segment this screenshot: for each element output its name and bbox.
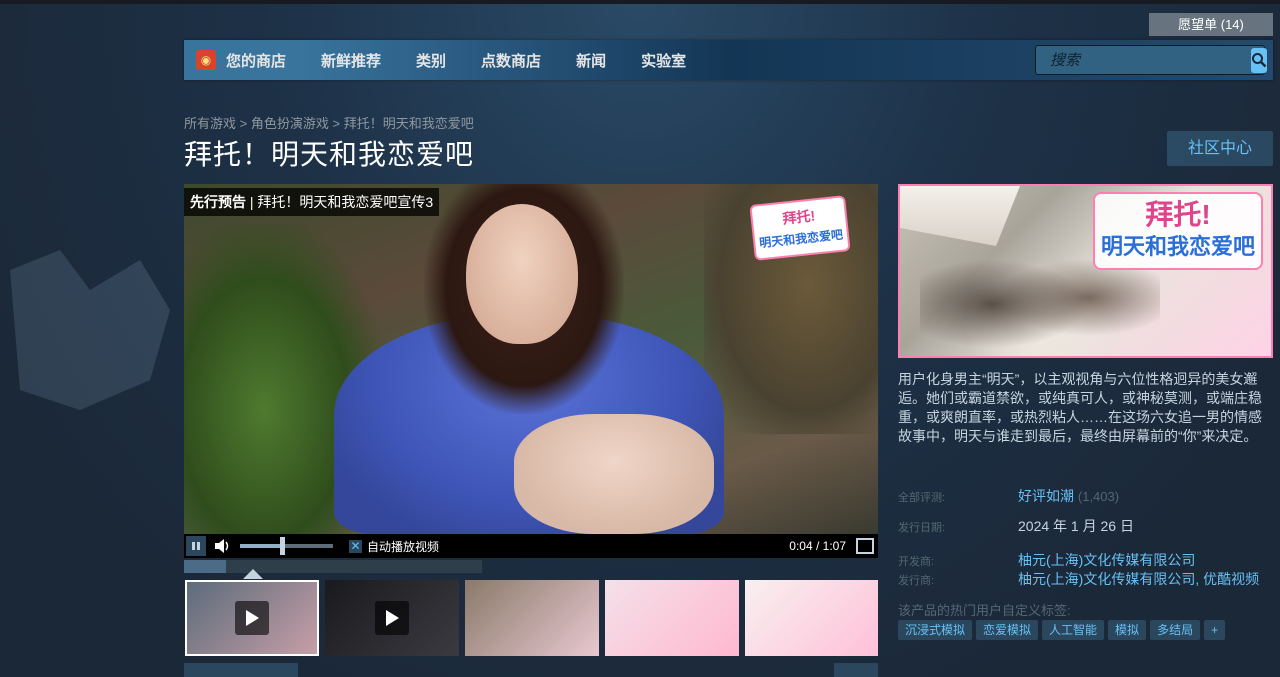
publisher-label: 发行商: <box>898 575 935 587</box>
developer-label: 开发商: <box>898 556 935 568</box>
video-frame-face <box>466 204 578 344</box>
search-icon <box>1252 53 1267 68</box>
video-frame-knees <box>514 414 714 534</box>
volume-button[interactable] <box>212 536 234 556</box>
search-input[interactable] <box>1036 46 1251 74</box>
volume-slider[interactable] <box>240 537 333 555</box>
pause-icon <box>192 542 200 550</box>
play-icon <box>235 601 269 635</box>
reviews-count: (1,403) <box>1077 489 1120 504</box>
tag-ai[interactable]: 人工智能 <box>1042 620 1105 640</box>
publisher-values: 柚元(上海)文化传媒有限公司, 优酷视频 <box>1018 569 1259 589</box>
nav-news[interactable]: 新闻 <box>576 50 606 71</box>
nav-points-shop[interactable]: 点数商店 <box>481 50 541 71</box>
release-date-value: 2024 年 1 月 26 日 <box>1018 518 1134 534</box>
breadcrumb-all-games[interactable]: 所有游戏 <box>184 116 236 131</box>
fullscreen-icon[interactable] <box>856 538 874 554</box>
autoplay-toggle[interactable]: ✕ 自动播放视频 <box>349 538 439 555</box>
background-art <box>10 250 170 410</box>
video-time: 0:04 / 1:07 <box>789 539 846 553</box>
tag-simulation[interactable]: 模拟 <box>1108 620 1147 640</box>
media-thumbnails <box>184 580 878 656</box>
game-description: 用户化身男主“明天”，以主观视角与六位性格迥异的美女邂逅。她们或霸道禁欲，或纯真… <box>898 371 1262 444</box>
thumbnail-scroll-right[interactable] <box>834 663 878 677</box>
nav-labs[interactable]: 实验室 <box>641 50 686 71</box>
breadcrumb-separator: > <box>328 116 344 131</box>
user-tags: 沉浸式模拟 恋爱模拟 人工智能 模拟 多结局 + <box>898 620 1229 640</box>
reviews-summary[interactable]: 好评如潮 (1,403) <box>1018 486 1119 506</box>
media-thumbnail[interactable] <box>465 580 599 656</box>
wishlist-button[interactable]: 愿望单 (14) <box>1149 13 1273 36</box>
video-game-logo: 拜托! 明天和我恋爱吧 <box>749 195 851 261</box>
reviews-value[interactable]: 好评如潮 <box>1018 488 1074 504</box>
store-nav-bar: ◉ 您的商店 新鲜推荐 类别 点数商店 新闻 实验室 <box>184 40 1273 80</box>
capsule-logo-main: 拜托! <box>1145 199 1211 230</box>
release-date-label: 发行日期: <box>898 522 946 534</box>
media-thumbnail[interactable] <box>185 580 319 656</box>
game-header-capsule: 拜托! 明天和我恋爱吧 <box>898 184 1273 358</box>
media-thumbnail[interactable] <box>325 580 459 656</box>
breadcrumb-separator: > <box>236 116 251 131</box>
nav-new-noteworthy[interactable]: 新鲜推荐 <box>321 50 381 71</box>
breadcrumb-rpg[interactable]: 角色扮演游戏 <box>251 116 329 131</box>
volume-slider-handle[interactable] <box>279 537 285 555</box>
developer-link[interactable]: 柚元(上海)文化传媒有限公司 <box>1018 550 1195 570</box>
nav-categories[interactable]: 类别 <box>416 50 446 71</box>
publisher-separator: , <box>1195 571 1204 587</box>
tag-dating-sim[interactable]: 恋爱模拟 <box>976 620 1039 640</box>
publisher-link-1[interactable]: 柚元(上海)文化传媒有限公司 <box>1018 571 1195 587</box>
page-title: 拜托！明天和我恋爱吧 <box>184 139 475 170</box>
media-thumbnail[interactable] <box>605 580 739 656</box>
video-controls: ✕ 自动播放视频 0:04 / 1:07 <box>184 534 878 558</box>
reviews-label: 全部评测: <box>898 492 946 504</box>
tag-immersive-sim[interactable]: 沉浸式模拟 <box>898 620 973 640</box>
capsule-game-logo: 拜托! 明天和我恋爱吧 <box>1093 192 1263 270</box>
selected-thumb-indicator <box>243 569 263 579</box>
thumbnail-scrollbar <box>184 663 878 677</box>
search-box <box>1035 45 1267 75</box>
global-header-strip <box>0 0 1280 4</box>
search-button[interactable] <box>1251 47 1267 73</box>
media-thumbnail[interactable] <box>745 580 878 656</box>
publisher-link-2[interactable]: 优酷视频 <box>1203 571 1259 587</box>
autoplay-checkbox-icon[interactable]: ✕ <box>349 539 362 553</box>
tags-label: 该产品的热门用户自定义标签: <box>898 603 1071 618</box>
capsule-logo-sub: 明天和我恋爱吧 <box>1100 234 1255 259</box>
video-caption-tag: 先行预告 <box>190 194 246 210</box>
autoplay-label: 自动播放视频 <box>367 539 440 554</box>
video-caption-title: | 拜托！明天和我恋爱吧宣传3 <box>246 194 434 210</box>
video-caption: 先行预告 | 拜托！明天和我恋爱吧宣传3 <box>184 188 440 216</box>
play-icon <box>375 601 409 635</box>
volume-icon <box>215 539 229 553</box>
tag-multiple-endings[interactable]: 多结局 <box>1150 620 1201 640</box>
add-tag-button[interactable]: + <box>1204 620 1226 640</box>
community-hub-button[interactable]: 社区中心 <box>1167 131 1273 166</box>
breadcrumb-game[interactable]: 拜托！明天和我恋爱吧 <box>344 116 474 131</box>
nav-your-store[interactable]: 您的商店 <box>226 50 286 71</box>
video-player[interactable]: 先行预告 | 拜托！明天和我恋爱吧宣传3 拜托! 明天和我恋爱吧 <box>184 184 878 534</box>
highlight-strip-progress <box>184 560 226 573</box>
thumbnail-scroll-handle[interactable] <box>184 663 298 677</box>
user-avatar-icon[interactable]: ◉ <box>196 50 216 70</box>
pause-button[interactable] <box>186 536 206 556</box>
volume-slider-fill <box>240 544 282 548</box>
highlight-strip-track[interactable] <box>184 560 482 573</box>
breadcrumb: 所有游戏 > 角色扮演游戏 > 拜托！明天和我恋爱吧 <box>184 113 474 132</box>
